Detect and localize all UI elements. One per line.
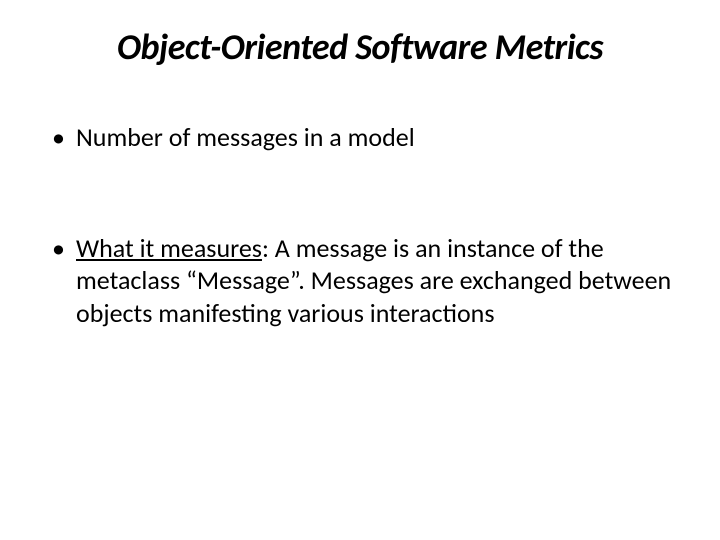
bullet-item: What it measures: A message is an instan… [48,232,672,330]
bullet-text: Number of messages in a model [76,121,415,153]
bullet-label: What it measures [76,232,262,264]
bullet-item: Number of messages in a model [48,121,672,154]
slide-title: Object-Oriented Software Metrics [48,25,672,69]
slide-container: Object-Oriented Software Metrics Number … [0,0,720,369]
bullet-list: Number of messages in a model What it me… [48,121,672,329]
